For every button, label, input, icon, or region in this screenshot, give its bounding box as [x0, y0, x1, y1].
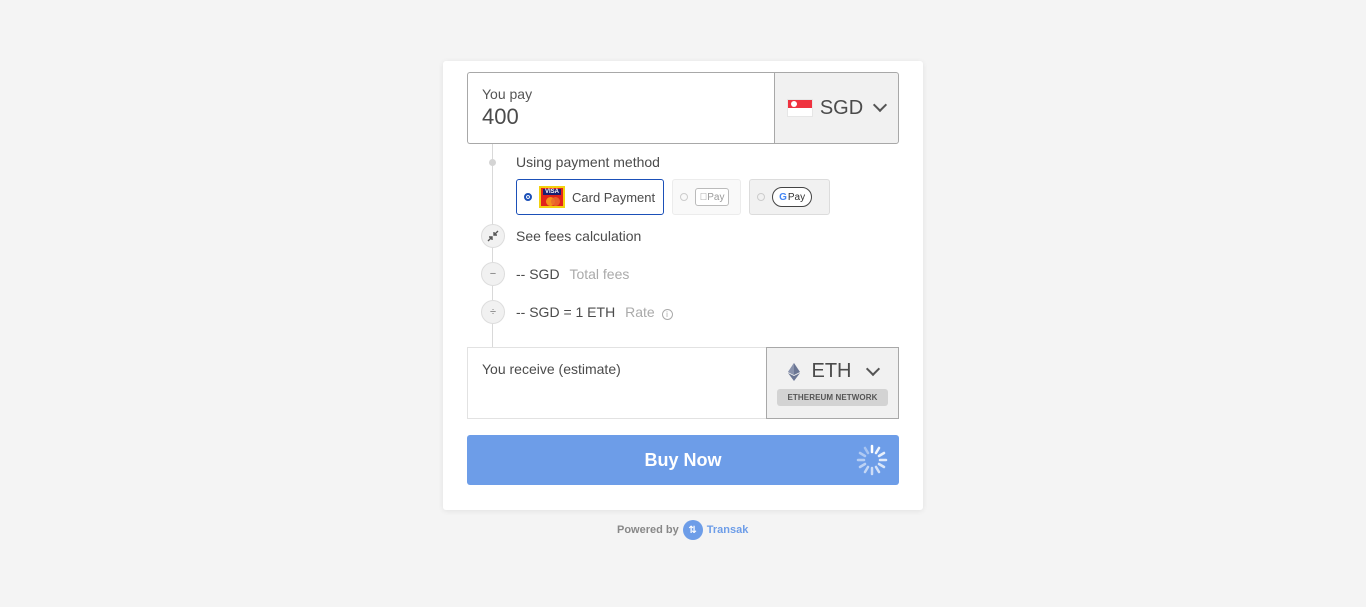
google-pay-option[interactable]: G Pay	[749, 179, 831, 215]
rate-label: Rate	[625, 304, 655, 320]
apple-pay-icon: Pay	[695, 188, 730, 206]
you-receive-box: You receive (estimate)	[467, 347, 766, 419]
you-pay-label: You pay	[482, 86, 533, 102]
you-pay-box[interactable]: You pay	[467, 72, 774, 144]
rate-line: -- SGD = 1 ETH Rate i	[516, 304, 673, 320]
payment-method-label: Using payment method	[516, 154, 660, 170]
google-pay-icon: G Pay	[772, 187, 813, 207]
radio-selected-icon	[524, 193, 532, 201]
timeline-dot	[489, 159, 496, 166]
widget-card: You pay SGD Using payment method VISA Ca…	[443, 61, 923, 510]
minus-icon: −	[481, 262, 505, 286]
loading-spinner-icon	[856, 444, 888, 476]
chevron-down-icon	[865, 361, 880, 376]
fiat-currency-select[interactable]: SGD	[774, 72, 899, 144]
you-receive-label: You receive (estimate)	[482, 361, 621, 377]
fiat-currency-code: SGD	[819, 96, 864, 119]
ethereum-icon	[787, 362, 800, 381]
divide-icon: ÷	[481, 300, 505, 324]
card-payment-label: Card Payment	[572, 189, 656, 205]
payment-method-options: VISA Card Payment Pay GPay	[516, 179, 831, 215]
powered-by-footer: Powered by ⇅ Transak	[617, 520, 748, 540]
total-fees-label: Total fees	[569, 266, 630, 282]
singapore-flag-icon	[787, 100, 812, 116]
collapse-icon[interactable]	[481, 224, 505, 248]
radio-unselected-icon	[680, 193, 689, 201]
powered-by-text: Powered by	[617, 524, 679, 536]
info-icon[interactable]: i	[661, 309, 673, 320]
you-pay-input[interactable]	[482, 104, 742, 130]
card-payment-option[interactable]: VISA Card Payment	[516, 179, 665, 215]
total-fees-value: -- SGD	[516, 266, 560, 282]
crypto-currency-code: ETH	[811, 360, 852, 382]
rate-value: -- SGD = 1 ETH	[516, 304, 616, 320]
total-fees-line: -- SGD Total fees	[516, 266, 629, 282]
crypto-currency-select[interactable]: ETH ETHEREUM NETWORK	[766, 347, 899, 419]
radio-unselected-icon	[757, 193, 766, 201]
you-pay-row: You pay SGD	[467, 72, 899, 144]
apple-pay-option[interactable]: Pay	[672, 179, 742, 215]
see-fees-link[interactable]: See fees calculation	[516, 228, 641, 244]
visa-mastercard-icon: VISA	[539, 186, 565, 208]
network-badge: ETHEREUM NETWORK	[777, 389, 888, 406]
transak-brand: Transak	[706, 524, 749, 536]
transak-logo-icon: ⇅	[682, 520, 703, 540]
buy-now-button[interactable]: Buy Now	[467, 435, 899, 485]
you-receive-row: You receive (estimate) ETH ETHEREUM NETW…	[467, 347, 899, 419]
chevron-down-icon	[873, 97, 888, 113]
